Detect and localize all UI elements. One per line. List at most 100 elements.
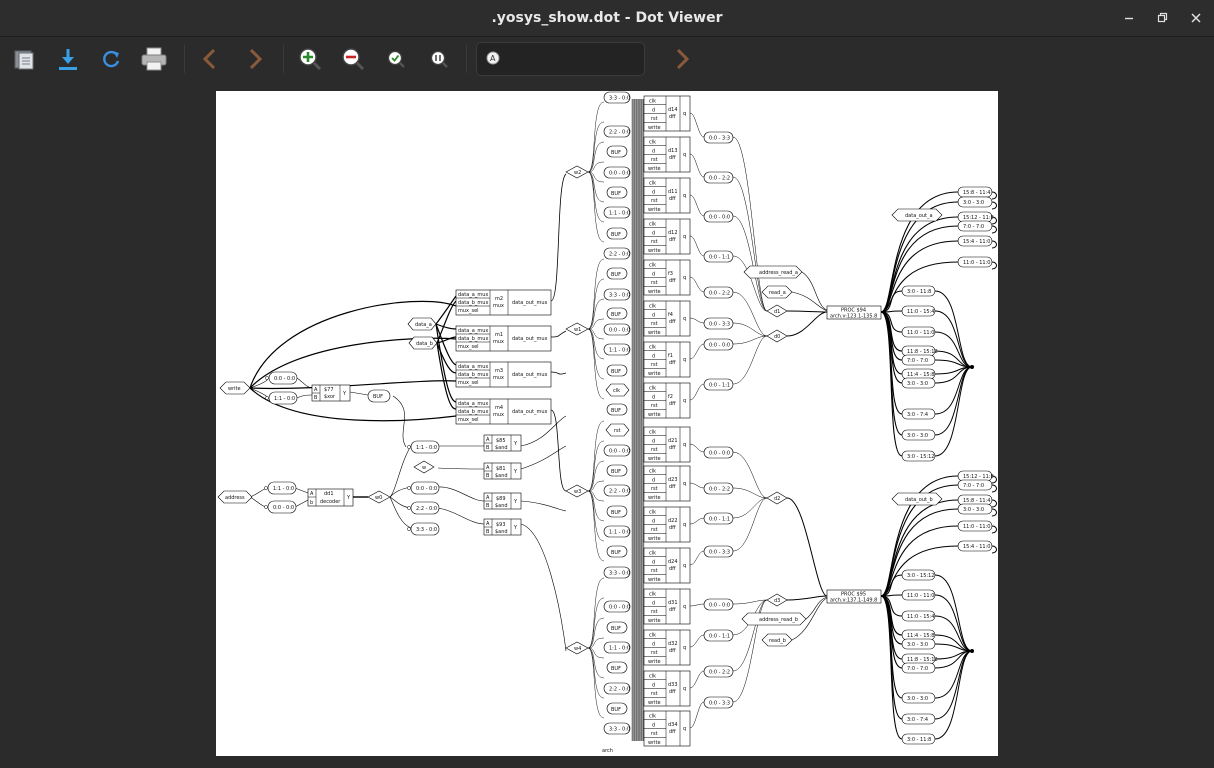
buf-cell: BUF [606,267,628,280]
merge-node: d0 [766,329,788,343]
slice-node: 1:1 - 0:0 [603,206,631,219]
save-button[interactable] [52,43,84,75]
zoom-100-button[interactable] [423,43,455,75]
svg-text:q: q [683,193,686,199]
slice-node: 15:4 - 11:0 [957,235,993,247]
svg-text:0:0 - 0:0: 0:0 - 0:0 [609,449,630,455]
forward-button[interactable] [239,43,271,75]
slice-node: 0:0 - 0:0 [603,166,631,179]
and-cell: AB$85$andY [483,434,522,452]
graph-canvas[interactable]: write address data_a data_b 0:0 - 0:0 1:1… [216,91,998,756]
svg-text:d: d [652,271,655,277]
svg-text:clk: clk [649,181,656,187]
svg-text:15:8 - 11:4: 15:8 - 11:4 [963,190,990,196]
buf-cell: BUF [606,307,628,320]
svg-text:2:2 - 0:0: 2:2 - 0:0 [609,687,630,693]
open-button[interactable] [9,43,41,75]
svg-text:write: write [648,495,661,501]
svg-text:d32: d32 [668,641,678,647]
svg-text:read_a: read_a [769,290,786,296]
maximize-button[interactable] [1152,8,1172,28]
slice-node: 3:0 - 3:0 [901,692,936,704]
svg-text:d11: d11 [668,189,678,195]
search-input[interactable] [507,48,639,70]
svg-text:clk: clk [613,388,620,394]
svg-text:dff: dff [669,648,676,654]
close-button[interactable] [1186,8,1206,28]
svg-text:clk: clk [649,592,656,598]
zoom-100-icon [430,50,448,68]
svg-text:mux: mux [493,339,504,345]
svg-text:clk: clk [649,386,656,392]
svg-text:clk: clk [649,551,656,557]
chevron-right-icon [249,48,263,70]
reload-button[interactable] [95,43,127,75]
svg-text:d31: d31 [668,600,678,606]
svg-text:write: write [648,412,661,418]
svg-text:arch.v:123.1-135.8: arch.v:123.1-135.8 [830,314,877,320]
dff-cell: clk d rst write f2dff q [643,382,691,419]
svg-text:rst: rst [614,428,621,434]
svg-text:3:0 - 3:0: 3:0 - 3:0 [907,381,928,387]
svg-text:0:0 - 2:2: 0:0 - 2:2 [709,670,730,676]
zoom-in-button[interactable] [294,43,326,75]
svg-text:d: d [652,353,655,359]
slice-node: 0:0 - 1:1 [703,512,734,525]
minimize-button[interactable] [1119,8,1139,28]
svg-text:read_b: read_b [769,638,786,644]
buf-cell: BUF [606,186,628,199]
svg-text:BUF: BUF [611,191,621,197]
slice-node: 3:0 - 15:12 [901,450,936,462]
svg-text:dff: dff [669,360,676,366]
wire-w4: w4 [565,641,589,655]
back-button[interactable] [194,43,226,75]
slice-node: 11:0 - 11:0 [957,256,993,268]
svg-text:q: q [683,686,686,692]
slice-node: 1:1 - 0:0 [264,481,297,495]
svg-text:q: q [683,275,686,281]
svg-text:clk: clk [649,633,656,639]
slice-node: 3:3 - 0:0 [603,288,631,301]
buf-cell: BUF [606,702,628,715]
svg-text:d: d [652,477,655,483]
wire-w3: w3 [565,484,589,498]
slice-node: 7:0 - 7:0 [957,479,993,491]
svg-text:q: q [683,442,686,448]
zoom-out-button[interactable] [337,43,369,75]
svg-text:data_a: data_a [415,322,432,328]
svg-text:dff: dff [669,401,676,407]
slice-node: 0:0 - 0:0 [703,598,734,611]
slice-node: 0:0 - 0:0 [703,210,734,223]
zoom-fit-button[interactable] [380,43,412,75]
svg-text:d1: d1 [774,309,780,315]
print-button[interactable] [138,43,170,75]
slice-node: 3:3 - 0:0 [603,566,631,579]
chevron-left-icon [202,48,216,70]
svg-text:3:0 - 15:12: 3:0 - 15:12 [907,454,934,460]
find-next-button[interactable] [666,43,698,75]
svg-text:write: write [648,289,661,295]
svg-text:3:0 - 3:0: 3:0 - 3:0 [963,200,984,206]
svg-text:clk: clk [649,345,656,351]
svg-text:0:0 - 0:0: 0:0 - 0:0 [609,171,630,177]
search-field[interactable]: A [476,42,645,76]
svg-text:q: q [683,726,686,732]
svg-text:q: q [683,398,686,404]
svg-text:11:0 - 15:4: 11:0 - 15:4 [907,309,934,315]
svg-text:A: A [486,495,490,501]
svg-text:clk: clk [649,140,656,146]
svg-text:d3: d3 [774,598,780,604]
svg-text:q: q [683,481,686,487]
restore-icon [1157,12,1168,23]
slice-node: 0:0 - 2:2 [703,171,734,184]
svg-text:7:0 - 7:0: 7:0 - 7:0 [907,666,928,672]
svg-text:write: write [648,371,661,377]
svg-text:11:0 - 11:0: 11:0 - 11:0 [963,524,990,530]
svg-text:mux: mux [493,375,504,381]
svg-text:$85: $85 [496,438,506,444]
svg-text:2:2 - 0:0: 2:2 - 0:0 [609,130,630,136]
graph-caption: arch [602,748,613,754]
svg-text:$81: $81 [496,466,506,472]
slice-node: 3:3 - 0:0 [603,91,631,104]
slice-node: 3:0 - 3:0 [957,503,993,515]
